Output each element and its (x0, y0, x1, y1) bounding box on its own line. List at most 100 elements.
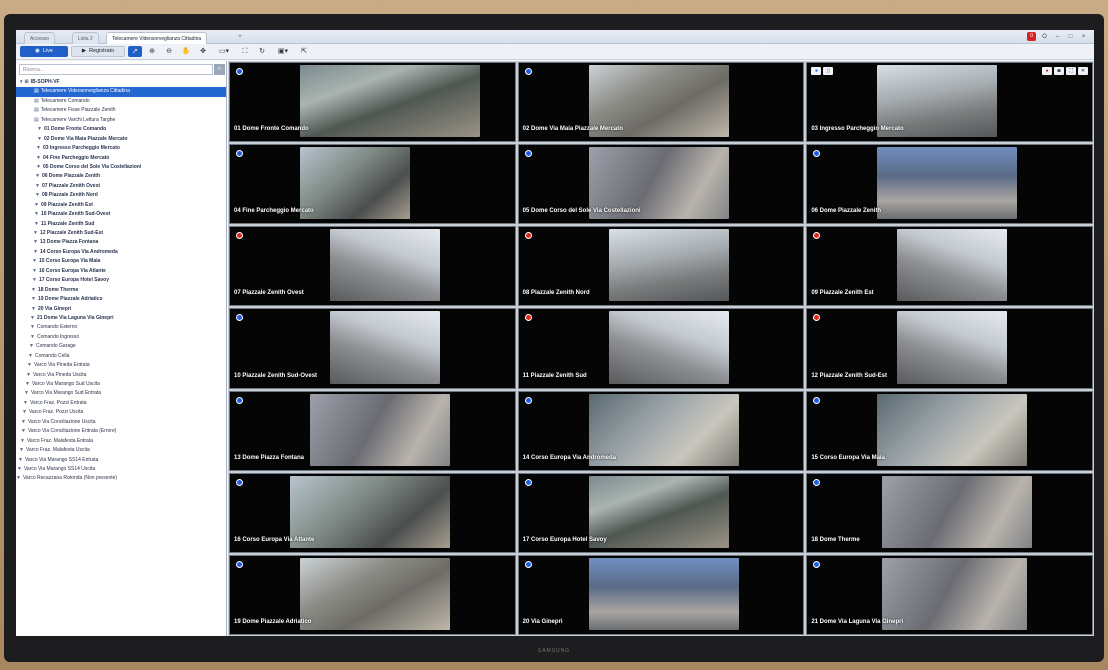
tree-item[interactable]: ▼ Varco Fraz. Malafesta Uscita (16, 446, 226, 455)
tree-item[interactable]: ▼ 08 Piazzale Zenith Nord (16, 191, 226, 200)
record-icon[interactable]: ● (1041, 67, 1052, 75)
camera-tile[interactable]: 20 Via Ginepri (517, 554, 805, 635)
tree-item[interactable]: ▼ 02 Dome Via Maia Piazzale Mercato (16, 135, 226, 144)
ptz-move-icon[interactable]: ✥ (196, 46, 210, 57)
snapshot-icon[interactable]: ◙ (1053, 67, 1064, 75)
camera-tile[interactable]: 14 Corso Europa Via Andromeda (517, 390, 805, 471)
zoom-in-icon[interactable]: ⊕ (145, 46, 159, 57)
camera-tile[interactable]: 17 Corso Europa Hotel Savoy (517, 472, 805, 553)
tree-item[interactable]: ▼ Varco Via Marango SS14 Entrata (16, 456, 226, 465)
tree-item[interactable]: ▼ 03 Ingresso Parcheggio Mercato (16, 144, 226, 153)
minimize-icon[interactable]: – (1053, 34, 1062, 40)
camera-feed (300, 147, 410, 220)
tree-item[interactable]: ▼ 17 Corso Europa Hotel Savoy (16, 276, 226, 285)
camera-tile[interactable]: 03 Ingresso Parcheggio Mercato ● ▯ ● ◙ ⛶ ✕ (806, 62, 1093, 143)
tree-item[interactable]: ▤ Telecamere Varchi Lettura Targhe (16, 116, 226, 125)
tree-item[interactable]: ▼ 20 Via Ginepri (16, 305, 226, 314)
tree-item[interactable]: ▼ Varco Fraz. Pozzi Entrata (16, 399, 226, 408)
tree-item[interactable]: ▼ Varco Via Marango SS14 Uscita (16, 465, 226, 474)
tree-item[interactable]: ▼ Varco Via Pineda Entrata (16, 361, 226, 370)
camera-tile[interactable]: 12 Piazzale Zenith Sud-Est (806, 308, 1093, 389)
tree-item[interactable]: ▼ 11 Piazzale Zenith Sud (16, 220, 226, 229)
tree-root[interactable]: ▾ ⊞ IB-SOPH-VF (16, 78, 226, 87)
tree-item[interactable]: ▼ Comando Ingresso (16, 333, 226, 342)
tree-item[interactable]: ▼ 21 Dome Via Laguna Via Ginepri (16, 314, 226, 323)
camera-tile[interactable]: 21 Dome Via Laguna Via Ginepri (806, 554, 1093, 635)
tree-item[interactable]: ▼ Comando Garage (16, 342, 226, 351)
camera-icon: ▼ (36, 154, 41, 161)
tree-item[interactable]: ▼ Varco Via Conciliazione Entrata (Errore… (16, 427, 226, 436)
tree-item[interactable]: ▼ Varco Via Marango Sud Entrata (16, 389, 226, 398)
tree-item[interactable]: ▼ Varco Via Marango Sud Uscita (16, 380, 226, 389)
camera-tile[interactable]: 16 Corso Europa Via Atlante (229, 472, 516, 553)
tree-item[interactable]: ▼ 07 Piazzale Zenith Ovest (16, 182, 226, 191)
tree-item[interactable]: ▼ 05 Dome Corso del Sole Via Costellazion… (16, 163, 226, 172)
tree-item[interactable]: ▼ Comando Esterno (16, 323, 226, 332)
tree-item[interactable]: ▼ 15 Corso Europa Via Maia (16, 257, 226, 266)
tab-accesso[interactable]: Accesso (24, 32, 55, 44)
camera-icon: ▼ (36, 145, 41, 152)
camera-tile[interactable]: 08 Piazzale Zenith Nord (517, 226, 805, 307)
tree-item[interactable]: ▤ Telecamere Comando (16, 97, 226, 106)
tab-lista[interactable]: Lista 2 (72, 32, 99, 44)
live-button[interactable]: ◉ Live (20, 46, 68, 57)
tree-item[interactable]: ▼ 09 Piazzale Zenith Est (16, 201, 226, 210)
maximize-icon[interactable]: □ (1066, 34, 1075, 40)
tree-item[interactable]: ▼ Comando Cella (16, 352, 226, 361)
layout-select-icon[interactable]: ▭▾ (213, 46, 235, 57)
save-layout-icon[interactable]: ▣▾ (272, 46, 294, 57)
pan-hand-icon[interactable]: ✋ (179, 46, 193, 57)
camera-icon: ▼ (34, 220, 39, 227)
camera-label: 04 Fine Parcheggio Mercato (234, 208, 314, 215)
camera-tile[interactable]: 05 Dome Corso del Sole Via Costellazioni (517, 144, 805, 225)
camera-tile[interactable]: 02 Dome Via Maia Piazzale Mercato (517, 62, 805, 143)
tree-item[interactable]: ▼ 04 Fine Parcheggio Mercato (16, 154, 226, 163)
live-dot-icon[interactable]: ● (811, 67, 822, 75)
mic-icon[interactable]: ▯ (823, 67, 834, 75)
tree-item[interactable]: ▼ 06 Dome Piazzale Zenith (16, 172, 226, 181)
camera-tile[interactable]: 01 Dome Fronte Comando (229, 62, 516, 143)
new-tab-button[interactable]: + (234, 33, 246, 42)
camera-tile[interactable]: 19 Dome Piazzale Adriatico (229, 554, 516, 635)
close-icon[interactable]: × (1079, 34, 1088, 40)
recorded-button[interactable]: ▶ Registrato (71, 46, 125, 57)
tree-item[interactable]: ▼ Varco Via Conciliazione Uscita (16, 418, 226, 427)
alarm-count-badge[interactable]: 0 (1027, 32, 1036, 41)
camera-tile[interactable]: 15 Corso Europa Via Maia (806, 390, 1093, 471)
tree-item[interactable]: ▼ 14 Corso Europa Via Andromeda (16, 248, 226, 257)
zoom-out-icon[interactable]: ⊖ (162, 46, 176, 57)
camera-tile[interactable]: 18 Dome Therme (806, 472, 1093, 553)
refresh-icon[interactable]: ↻ (255, 46, 269, 57)
tree-item[interactable]: ▼ Varco Fraz. Malafesta Entrata (16, 437, 226, 446)
tree-item[interactable]: ▼ 01 Dome Fronte Comando (16, 125, 226, 134)
close-tile-icon[interactable]: ✕ (1077, 67, 1088, 75)
tree-item[interactable]: ▼ 19 Dome Piazzale Adriatico (16, 295, 226, 304)
camera-tile[interactable]: 11 Piazzale Zenith Sud (517, 308, 805, 389)
export-icon[interactable]: ⇱ (297, 46, 311, 57)
tree-item[interactable]: ▼ 10 Piazzale Zenith Sud-Ovest (16, 210, 226, 219)
tab-telecamere[interactable]: Telecamere Videosorveglianza Cittadina (106, 32, 208, 44)
search-input[interactable]: Ricerca... (19, 64, 213, 75)
pointer-tool-icon[interactable]: ➚ (128, 46, 142, 57)
camera-tile[interactable]: 07 Piazzale Zenith Ovest (229, 226, 516, 307)
search-icon[interactable]: ⌕ (214, 64, 225, 75)
tree-item[interactable]: ▼ Varco Via Pineda Uscita (16, 371, 226, 380)
camera-tile[interactable]: 06 Dome Piazzale Zenith (806, 144, 1093, 225)
fullscreen-tile-icon[interactable]: ⛶ (1065, 67, 1076, 75)
tree-item-label: 09 Piazzale Zenith Est (40, 201, 93, 208)
camera-tile[interactable]: 13 Dome Piazza Fontana (229, 390, 516, 471)
camera-tile[interactable]: 10 Piazzale Zenith Sud-Ovest (229, 308, 516, 389)
tree-item[interactable]: ▼ 13 Dome Piazza Fontana (16, 238, 226, 247)
camera-tile[interactable]: 04 Fine Parcheggio Mercato (229, 144, 516, 225)
tree-item[interactable]: ▼ Varco Fraz. Pozzi Uscita (16, 408, 226, 417)
status-icon[interactable]: O (1040, 34, 1049, 40)
camera-tile[interactable]: 09 Piazzale Zenith Est (806, 226, 1093, 307)
fullscreen-icon[interactable]: ⛶ (238, 46, 252, 57)
camera-tree: ▾ ⊞ IB-SOPH-VF ▤ Telecamere Videosorveglian… (16, 78, 226, 484)
tree-item[interactable]: ▼ 18 Dome Therme (16, 286, 226, 295)
tree-item[interactable]: ▤ Telecamere Fisse Piazzale Zenith (16, 106, 226, 115)
tree-item[interactable]: ▼ Varco Recazzana Rotonda (Non presente) (16, 474, 226, 483)
tree-item[interactable]: ▤ Telecamere Videosorveglianza Cittadina (16, 87, 226, 97)
tree-item[interactable]: ▼ 16 Corso Europa Via Atlante (16, 267, 226, 276)
tree-item[interactable]: ▼ 12 Piazzale Zenith Sud-Est (16, 229, 226, 238)
